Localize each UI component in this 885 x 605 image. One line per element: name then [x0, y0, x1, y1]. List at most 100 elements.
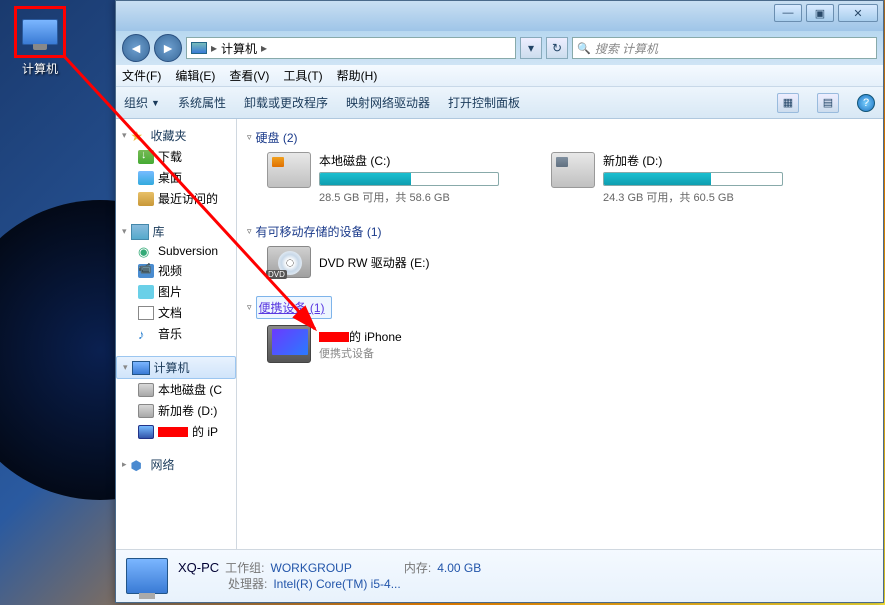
sidebar-item-downloads[interactable]: 下载 [116, 146, 236, 167]
back-button[interactable]: ◄ [122, 34, 150, 62]
toolbar-properties[interactable]: 系统属性 [178, 94, 226, 111]
refresh-button[interactable]: ↻ [546, 37, 568, 59]
help-button[interactable]: ? [857, 94, 875, 112]
computer-icon [132, 361, 150, 375]
explorer-window: — ▣ ✕ ◄ ► ▸ 计算机 ▸ ▾ ↻ 搜索 计算机 文件(F) 编辑(E)… [115, 0, 884, 603]
menu-file[interactable]: 文件(F) [122, 67, 161, 84]
document-icon [138, 306, 154, 320]
cpu-value: Intel(R) Core(TM) i5-4... [273, 576, 400, 592]
menu-help[interactable]: 帮助(H) [337, 67, 378, 84]
group-hard-drives[interactable]: ▿硬盘 (2) [247, 125, 873, 152]
triangle-down-icon: ▿ [247, 132, 252, 143]
group-removable[interactable]: ▿有可移动存储的设备 (1) [247, 219, 873, 246]
triangle-down-icon: ▿ [247, 226, 252, 237]
chevron-right-icon: ▸ [122, 459, 127, 470]
device-type: 便携式设备 [319, 345, 402, 361]
address-bar[interactable]: ▸ 计算机 ▸ [186, 37, 516, 59]
subversion-icon: ◉ [138, 244, 154, 258]
sidebar-item-drive-d[interactable]: 新加卷 (D:) [116, 400, 236, 421]
pc-name: XQ-PC [178, 560, 219, 576]
sidebar-item-recent[interactable]: 最近访问的 [116, 188, 236, 209]
drive-d[interactable]: 新加卷 (D:) 24.3 GB 可用，共 60.5 GB [551, 152, 811, 205]
toolbar-map-drive[interactable]: 映射网络驱动器 [346, 94, 430, 111]
drive-name: 本地磁盘 (C:) [319, 152, 527, 169]
drive-stats: 28.5 GB 可用，共 58.6 GB [319, 189, 527, 205]
group-portable[interactable]: ▿便携设备 (1) [247, 292, 873, 325]
picture-icon [138, 285, 154, 299]
navigation-pane: ▾★收藏夹 下载 桌面 最近访问的 ▾库 ◉Subversion 视频 图片 文… [116, 119, 237, 549]
workgroup-value: WORKGROUP [271, 560, 352, 576]
sidebar-item-subversion[interactable]: ◉Subversion [116, 242, 236, 260]
iphone-device-icon [267, 325, 311, 363]
sidebar-item-desktop[interactable]: 桌面 [116, 167, 236, 188]
hdd-icon [138, 404, 154, 418]
desktop-computer-icon[interactable] [14, 6, 66, 58]
drive-stats: 24.3 GB 可用，共 60.5 GB [603, 189, 811, 205]
star-icon: ★ [131, 129, 147, 143]
workgroup-label: 工作组: [225, 560, 264, 576]
details-pane: XQ-PC 工作组: WORKGROUP 内存: 4.00 GB 处理器: In… [116, 549, 883, 602]
breadcrumb-computer[interactable]: 计算机 [221, 40, 257, 57]
minimize-button[interactable]: — [774, 4, 802, 22]
memory-label: 内存: [404, 560, 431, 576]
hdd-icon [551, 152, 595, 188]
chevron-down-icon: ▾ [122, 130, 127, 141]
toolbar-uninstall[interactable]: 卸载或更改程序 [244, 94, 328, 111]
view-mode-button[interactable]: ▦ [777, 93, 799, 113]
dvd-icon [267, 246, 311, 278]
sidebar-network[interactable]: ▸⬢网络 [116, 454, 236, 475]
computer-icon [126, 558, 168, 594]
drive-name: 新加卷 (D:) [603, 152, 811, 169]
content-pane: ▿硬盘 (2) 本地磁盘 (C:) 28.5 GB 可用，共 58.6 GB 新… [237, 119, 883, 549]
menubar: 文件(F) 编辑(E) 查看(V) 工具(T) 帮助(H) [116, 65, 883, 87]
music-icon: ♪ [138, 327, 154, 341]
sidebar-computer[interactable]: ▾计算机 [116, 356, 236, 379]
forward-button[interactable]: ► [154, 34, 182, 62]
menu-view[interactable]: 查看(V) [229, 67, 269, 84]
hdd-icon [138, 383, 154, 397]
iphone-icon [138, 425, 154, 439]
memory-value: 4.00 GB [437, 560, 481, 576]
chevron-down-icon: ▾ [122, 226, 127, 237]
hdd-icon [267, 152, 311, 188]
device-name: DVD RW 驱动器 (E:) [319, 254, 429, 271]
menu-tools[interactable]: 工具(T) [283, 67, 322, 84]
capacity-bar [603, 172, 783, 186]
redacted-text [319, 332, 349, 342]
dvd-drive[interactable]: DVD RW 驱动器 (E:) [247, 246, 873, 278]
chevron-down-icon: ▼ [151, 98, 160, 108]
maximize-button[interactable]: ▣ [806, 4, 834, 22]
titlebar: — ▣ ✕ [116, 1, 883, 31]
cpu-label: 处理器: [228, 576, 267, 592]
close-button[interactable]: ✕ [838, 4, 878, 22]
sidebar-item-videos[interactable]: 视频 [116, 260, 236, 281]
sidebar-item-iphone[interactable]: 的 iP [116, 421, 236, 442]
redacted-text [158, 427, 188, 437]
address-dropdown-button[interactable]: ▾ [520, 37, 542, 59]
chevron-right-icon[interactable]: ▸ [261, 41, 267, 55]
library-icon [131, 224, 149, 240]
video-icon [138, 264, 154, 278]
sidebar-item-drive-c[interactable]: 本地磁盘 (C [116, 379, 236, 400]
download-icon [138, 150, 154, 164]
sidebar-item-documents[interactable]: 文档 [116, 302, 236, 323]
menu-edit[interactable]: 编辑(E) [175, 67, 215, 84]
drive-c[interactable]: 本地磁盘 (C:) 28.5 GB 可用，共 58.6 GB [267, 152, 527, 205]
toolbar: 组织 ▼ 系统属性 卸载或更改程序 映射网络驱动器 打开控制面板 ▦ ▤ ? [116, 87, 883, 119]
sidebar-libraries[interactable]: ▾库 [116, 221, 236, 242]
iphone-device[interactable]: 的 iPhone 便携式设备 [247, 325, 873, 363]
toolbar-control-panel[interactable]: 打开控制面板 [448, 94, 520, 111]
search-input[interactable]: 搜索 计算机 [572, 37, 877, 59]
device-name: 的 iPhone [319, 328, 402, 345]
chevron-right-icon: ▸ [211, 41, 217, 55]
desktop-computer-label: 计算机 [14, 60, 66, 77]
preview-pane-button[interactable]: ▤ [817, 93, 839, 113]
sidebar-item-music[interactable]: ♪音乐 [116, 323, 236, 344]
recent-icon [138, 192, 154, 206]
network-icon: ⬢ [131, 458, 147, 472]
toolbar-organize[interactable]: 组织 ▼ [124, 94, 160, 111]
chevron-down-icon: ▾ [123, 362, 128, 373]
sidebar-favorites[interactable]: ▾★收藏夹 [116, 125, 236, 146]
capacity-bar [319, 172, 499, 186]
sidebar-item-pictures[interactable]: 图片 [116, 281, 236, 302]
